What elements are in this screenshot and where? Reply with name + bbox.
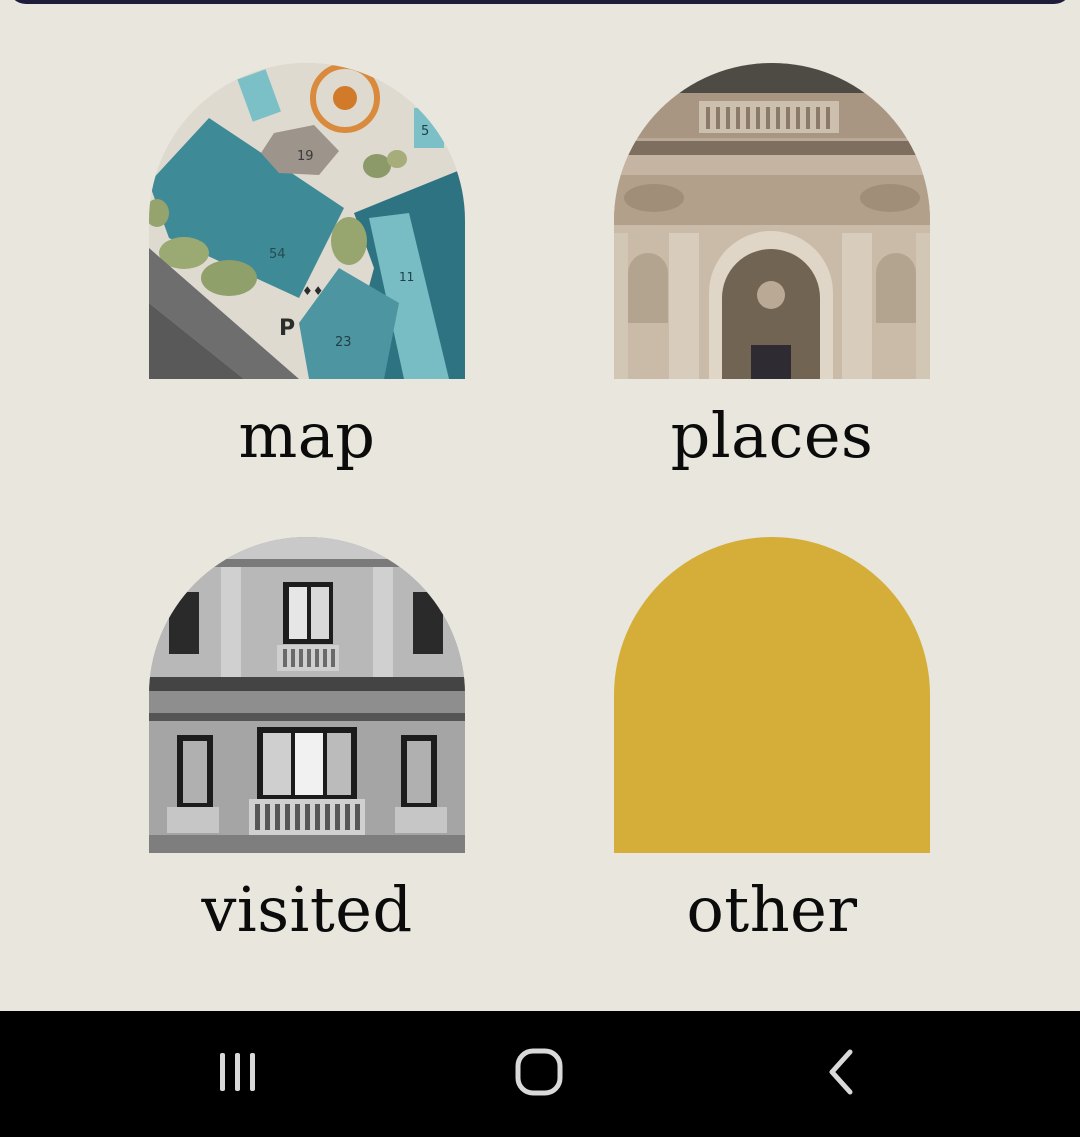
recent-apps-icon: [216, 1050, 260, 1098]
places-thumbnail: [614, 63, 930, 379]
top-panel-edge: [8, 0, 1072, 4]
tile-places[interactable]: places: [614, 63, 930, 467]
tile-visited-label: visited: [201, 873, 413, 946]
svg-text:♦♦: ♦♦: [302, 284, 324, 298]
svg-text:P: P: [279, 316, 295, 341]
tile-other[interactable]: other: [614, 537, 930, 941]
other-thumbnail: [614, 537, 930, 853]
recent-apps-button[interactable]: [198, 1041, 278, 1107]
svg-text:23: 23: [335, 335, 352, 350]
tile-map-label: map: [238, 399, 376, 472]
svg-text:11: 11: [399, 270, 414, 284]
svg-text:5: 5: [421, 124, 429, 139]
svg-text:54: 54: [269, 247, 286, 262]
home-icon: [514, 1047, 564, 1101]
home-button[interactable]: [499, 1041, 579, 1107]
tile-map[interactable]: 19 54 11 23 P ♦♦ 5 map: [149, 63, 465, 467]
svg-text:19: 19: [297, 149, 314, 164]
visited-thumbnail: [149, 537, 465, 853]
back-button[interactable]: [802, 1041, 882, 1107]
map-thumbnail: 19 54 11 23 P ♦♦ 5: [149, 63, 465, 379]
back-icon: [824, 1047, 860, 1101]
system-navigation-bar: [0, 1011, 1080, 1137]
tile-visited[interactable]: visited: [149, 537, 465, 941]
tile-places-label: places: [670, 399, 874, 472]
tile-other-label: other: [686, 873, 858, 946]
